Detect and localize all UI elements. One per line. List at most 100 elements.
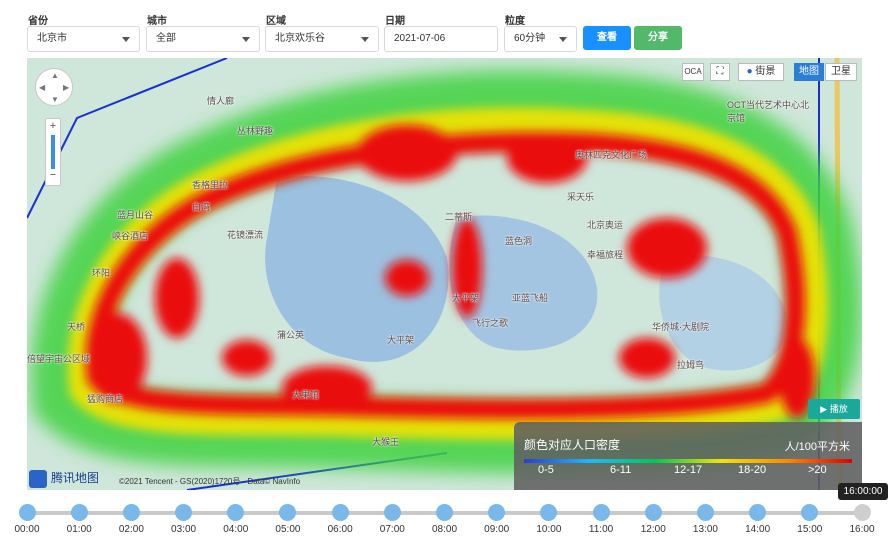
province-value: 北京市 [37, 33, 67, 44]
arrow-down-icon[interactable]: ▼ [51, 95, 59, 104]
chevron-down-icon [361, 37, 369, 42]
timeline-dot-1400[interactable] [749, 504, 767, 521]
map-place-label: 华侨城·大剧院 [652, 322, 709, 332]
legend-range-label: 0-5 [538, 464, 554, 476]
timeline-label: 15:00 [797, 524, 823, 535]
map-place-label: 蓝月山谷 [117, 210, 154, 220]
timeline-label: 02:00 [118, 524, 144, 535]
map-place-label: 大平架 [452, 293, 480, 303]
filter-bar: 省份 北京市 城市 全部 区域 北京欢乐谷 日期 2021-07-06 粒度 6… [0, 0, 895, 58]
date-input[interactable]: 2021-07-06 [384, 26, 498, 52]
map-place-label: 奥林匹克文化广场 [575, 150, 648, 160]
legend-unit: 人/100平方米 [784, 441, 850, 453]
timeline-label: 03:00 [171, 524, 197, 535]
timeline-dot-1600[interactable] [853, 504, 871, 521]
timeline-dot-0700[interactable] [383, 504, 401, 521]
timeline-label: 10:00 [536, 524, 562, 535]
map-place-label: 情人廊 [207, 96, 235, 106]
date-label: 日期 [385, 16, 405, 27]
timeline-label: 04:00 [223, 524, 249, 535]
map-place-label: 北京奥运 [587, 220, 624, 230]
city-label: 城市 [147, 16, 167, 27]
map-place-label: 丛林野趣 [237, 126, 274, 136]
current-time-tooltip: 16:00:00 [838, 483, 888, 500]
zoom-slider[interactable] [51, 135, 55, 169]
timeline-dot-0200[interactable] [122, 504, 140, 521]
share-button[interactable]: 分享 [634, 26, 682, 50]
granularity-select[interactable]: 60分钟 [504, 26, 577, 52]
heatmap-map[interactable]: 情人廊 丛林野趣 香格里拉 白湾 蓝月山谷 峡谷酒店 花镜漂流 环阳 天桥 倍望… [27, 58, 862, 490]
play-button[interactable]: ▶ 播放 [808, 399, 860, 419]
timeline-dot-0400[interactable] [227, 504, 245, 521]
arrow-up-icon[interactable]: ▲ [51, 71, 59, 80]
timeline-label: 16:00 [849, 524, 875, 535]
map-place-label: 亚蓝飞船 [512, 293, 549, 303]
arrow-left-icon[interactable]: ◀ [39, 83, 45, 92]
map-place-label: 环阳 [92, 268, 111, 278]
query-button[interactable]: 查看 [583, 26, 631, 50]
density-legend: 颜色对应人口密度 人/100平方米 0-5 6-11 12-17 18-20 >… [514, 422, 862, 490]
arrow-right-icon[interactable]: ▶ [63, 83, 69, 92]
map-place-label: 采天乐 [567, 192, 595, 202]
legend-color-scale [524, 459, 852, 463]
map-place-label: 香格里拉 [192, 180, 229, 190]
timeline-dot-1000[interactable] [540, 504, 558, 521]
timeline-dot-0500[interactable] [279, 504, 297, 521]
timeline-label: 00:00 [14, 524, 40, 535]
timeline-dot-0000[interactable] [18, 504, 36, 521]
granularity-value: 60分钟 [514, 33, 546, 44]
pan-control[interactable]: ▲ ▼ ◀ ▶ [35, 68, 73, 106]
timeline-dot-0900[interactable] [488, 504, 506, 521]
timeline-dot-1500[interactable] [801, 504, 819, 521]
map-place-label: 花镜漂流 [227, 230, 264, 240]
zoom-control[interactable]: + − [45, 118, 61, 186]
map-logo-text: 腾讯地图 [51, 471, 100, 485]
map-type-toolbar: OCA ⛶ ● 街景 地图 卫星 [682, 63, 862, 81]
timeline-dot-0800[interactable] [436, 504, 453, 521]
map-logo: 腾讯地图 [29, 469, 99, 489]
city-value: 全部 [156, 33, 176, 44]
map-view-button[interactable]: 地图 [794, 63, 824, 81]
time-slider[interactable]: 16:00:00 00:00 01:00 02:00 03:00 04:00 05:00 0… [0, 483, 895, 541]
map-place-label: 大猴王 [372, 437, 400, 447]
district-select[interactable]: 北京欢乐谷 [265, 26, 379, 52]
map-place-label: 大果馆 [292, 390, 320, 400]
street-view-button[interactable]: ● 街景 [738, 63, 784, 81]
timeline-label: 11:00 [588, 524, 614, 535]
timeline-label: 12:00 [640, 524, 666, 535]
zoom-in-icon[interactable]: + [46, 120, 60, 132]
fullscreen-icon[interactable]: ⛶ [710, 63, 730, 81]
map-place-label: 拉姆鸟 [677, 360, 705, 370]
timeline-dot-0100[interactable] [70, 504, 88, 521]
map-copyright: ©2021 Tencent - GS(2020)1720号 - Data© Na… [119, 477, 301, 486]
satellite-view-button[interactable]: 卫星 [825, 63, 857, 81]
city-select[interactable]: 全部 [146, 26, 260, 52]
map-place-label: 蓝色洞 [505, 236, 533, 246]
timeline-label: 05:00 [275, 524, 301, 535]
map-place-label: 二蒂斯 [445, 212, 473, 222]
timeline-label: 08:00 [431, 524, 458, 535]
map-place-label: 白湾 [192, 202, 211, 212]
map-place-label: 幸福旅程 [587, 250, 624, 260]
timeline-dot-1100[interactable] [592, 504, 610, 521]
province-select[interactable]: 北京市 [27, 26, 140, 52]
timeline-label: 07:00 [379, 524, 405, 535]
timeline-label: 09:00 [484, 524, 510, 535]
legend-range-label: >20 [808, 464, 827, 476]
map-place-label: 猛购商店 [87, 394, 124, 404]
timeline-dot-1200[interactable] [644, 504, 662, 521]
legend-title: 颜色对应人口密度 [524, 438, 621, 452]
timeline-dot-1300[interactable] [696, 504, 714, 521]
tencent-map-logo-icon [29, 469, 47, 488]
zoom-out-icon[interactable]: − [46, 169, 60, 181]
map-place-label: 峡谷酒店 [112, 231, 149, 241]
street-view-label: 街景 [755, 66, 776, 77]
timeline-dot-0600[interactable] [331, 504, 349, 521]
district-label: 区域 [266, 16, 286, 27]
granularity-label: 粒度 [505, 16, 525, 27]
timeline-dot-0300[interactable] [175, 504, 193, 521]
district-value: 北京欢乐谷 [275, 33, 325, 44]
date-value: 2021-07-06 [394, 33, 446, 44]
map-place-label: 飞行之歌 [472, 318, 509, 328]
province-label: 省份 [28, 16, 48, 27]
